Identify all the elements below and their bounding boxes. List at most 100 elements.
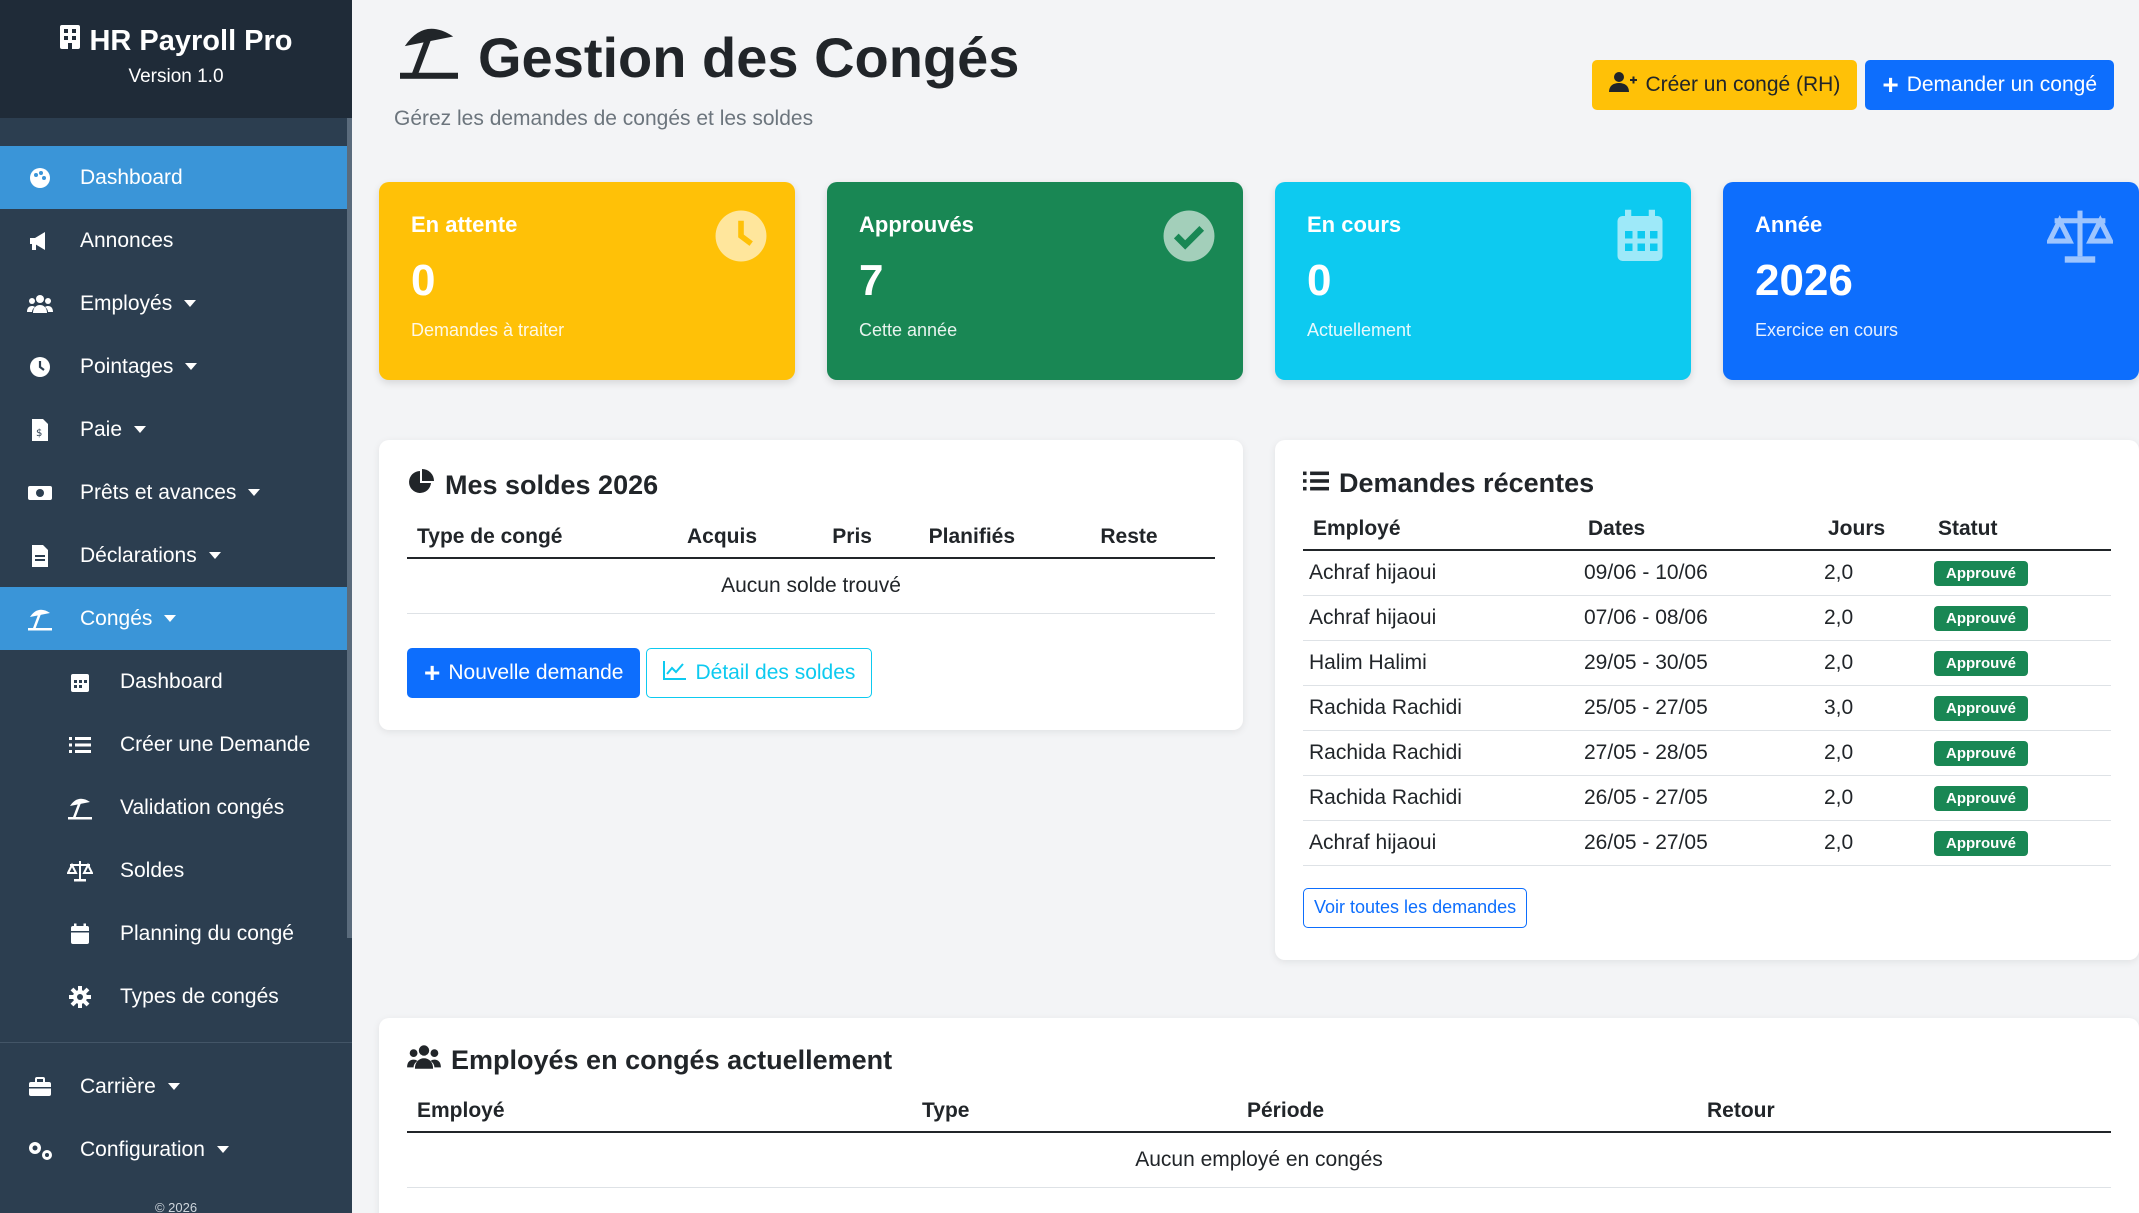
sidebar-item-paie[interactable]: $ Paie xyxy=(0,398,352,461)
table-row[interactable]: Halim Halimi 29/05 - 30/05 2,0 Approuvé xyxy=(1303,640,2111,686)
sidebar-item-label: Soldes xyxy=(120,858,185,882)
empty-message: Aucun employé en congés xyxy=(407,1132,2111,1188)
table-row[interactable]: Rachida Rachidi 25/05 - 27/05 3,0 Approu… xyxy=(1303,685,2111,731)
column-header: Statut xyxy=(1928,509,2111,551)
column-header: Type de congé xyxy=(407,517,677,559)
sidebar-item-label: Dashboard xyxy=(80,165,183,189)
cell-employee: Halim Halimi xyxy=(1303,640,1578,686)
users-icon xyxy=(26,290,54,318)
document-icon xyxy=(26,542,54,570)
sidebar-item-label: Configuration xyxy=(80,1137,205,1161)
plus-icon: + xyxy=(424,656,441,688)
cell-employee: Rachida Rachidi xyxy=(1303,775,1578,821)
new-request-button[interactable]: + Nouvelle demande xyxy=(407,647,641,698)
caret-down-icon xyxy=(248,489,261,496)
stat-desc: Cette année xyxy=(859,320,958,340)
table-row[interactable]: Achraf hijaoui 07/06 - 08/06 2,0 Approuv… xyxy=(1303,595,2111,641)
page-header: Gestion des Congés Gérez les demandes de… xyxy=(394,22,1019,131)
cell-days: 2,0 xyxy=(1818,775,1928,821)
user-plus-icon xyxy=(1609,71,1638,99)
stat-label: En cours xyxy=(1307,212,1402,237)
table-row[interactable]: Achraf hijaoui 09/06 - 10/06 2,0 Approuv… xyxy=(1303,550,2111,596)
stat-card-ongoing: En cours 0 Actuellement xyxy=(1275,182,1691,380)
table-row[interactable]: Rachida Rachidi 27/05 - 28/05 2,0 Approu… xyxy=(1303,730,2111,776)
cell-days: 3,0 xyxy=(1818,685,1928,731)
cell-status: Approuvé xyxy=(1928,730,2111,776)
stat-value: 7 xyxy=(859,256,884,305)
sidebar-subitem-types[interactable]: Types de congés xyxy=(0,965,352,1028)
balances-title: Mes soldes 2026 xyxy=(445,470,659,500)
sidebar-item-conges[interactable]: Congés xyxy=(0,587,352,650)
line-chart-icon xyxy=(663,660,687,686)
sidebar-item-dashboard[interactable]: Dashboard xyxy=(0,146,352,209)
sidebar-subitem-planning[interactable]: Planning du congé xyxy=(0,902,352,965)
page-title: Gestion des Congés xyxy=(478,26,1020,89)
sidebar-subitem-dashboard[interactable]: Dashboard xyxy=(0,650,352,713)
stat-value: 0 xyxy=(411,256,436,305)
scale-icon xyxy=(2045,208,2115,269)
sidebar-item-label: Congés xyxy=(80,606,153,630)
on-leave-title: Employés en congés actuellement xyxy=(451,1045,893,1075)
check-circle-icon xyxy=(1161,208,1217,269)
balance-detail-button[interactable]: Détail des soldes xyxy=(646,647,873,698)
balances-table: Type de congé Acquis Pris Planifiés Rest… xyxy=(407,517,1215,614)
sidebar-subitem-validation[interactable]: Validation congés xyxy=(0,776,352,839)
list-icon xyxy=(1303,468,1329,499)
column-header: Retour xyxy=(1697,1091,2111,1133)
stat-desc: Actuellement xyxy=(1307,320,1412,340)
caret-down-icon xyxy=(185,363,198,370)
cell-days: 2,0 xyxy=(1818,640,1928,686)
view-all-requests-button[interactable]: Voir toutes les demandes xyxy=(1303,887,1528,928)
sidebar-item-configuration[interactable]: Configuration xyxy=(0,1118,352,1181)
sidebar-item-label: Dashboard xyxy=(120,669,223,693)
table-row[interactable]: Achraf hijaoui 26/05 - 27/05 2,0 Approuv… xyxy=(1303,820,2111,866)
caret-down-icon xyxy=(134,426,147,433)
sidebar-item-employes[interactable]: Employés xyxy=(0,272,352,335)
sidebar-item-label: Déclarations xyxy=(80,543,197,567)
cell-days: 2,0 xyxy=(1818,595,1928,641)
calendar-icon xyxy=(66,920,94,948)
sidebar-item-carriere[interactable]: Carrière xyxy=(0,1055,352,1118)
stat-desc: Exercice en cours xyxy=(1755,320,1899,340)
sidebar-subitem-soldes[interactable]: Soldes xyxy=(0,839,352,902)
create-leave-rh-button[interactable]: Créer un congé (RH) xyxy=(1592,60,1858,110)
cell-employee: Achraf hijaoui xyxy=(1303,550,1578,596)
gear-icon xyxy=(66,983,94,1011)
table-row[interactable]: Rachida Rachidi 26/05 - 27/05 2,0 Approu… xyxy=(1303,775,2111,821)
cell-employee: Achraf hijaoui xyxy=(1303,595,1578,641)
list-icon xyxy=(66,731,94,759)
column-header: Jours xyxy=(1818,509,1928,551)
caret-down-icon xyxy=(167,1083,180,1090)
stat-label: Approuvés xyxy=(859,212,974,237)
cell-status: Approuvé xyxy=(1928,775,2111,821)
column-header: Période xyxy=(1237,1091,1697,1133)
request-leave-button[interactable]: + Demander un congé xyxy=(1865,60,2114,110)
pie-chart-icon xyxy=(407,468,435,503)
sidebar-subitem-creer-demande[interactable]: Créer une Demande xyxy=(0,713,352,776)
on-leave-card: Employés en congés actuellement Employé … xyxy=(379,1018,2139,1213)
cell-employee: Rachida Rachidi xyxy=(1303,730,1578,776)
status-badge: Approuvé xyxy=(1934,560,2029,586)
sidebar-item-label: Pointages xyxy=(80,354,174,378)
sidebar-item-pointages[interactable]: Pointages xyxy=(0,335,352,398)
sidebar-item-label: Employés xyxy=(80,291,173,315)
column-header: Type xyxy=(912,1091,1237,1133)
stat-card-approved: Approuvés 7 Cette année xyxy=(827,182,1243,380)
page-subtitle: Gérez les demandes de congés et les sold… xyxy=(394,107,814,130)
cell-dates: 29/05 - 30/05 xyxy=(1578,640,1818,686)
clock-icon xyxy=(26,353,54,381)
cell-status: Approuvé xyxy=(1928,550,2111,596)
sidebar-item-annonces[interactable]: Annonces xyxy=(0,209,352,272)
gears-icon xyxy=(26,1136,54,1164)
recent-title-row: Demandes récentes xyxy=(1303,468,2111,499)
palette-icon xyxy=(26,164,54,192)
status-badge: Approuvé xyxy=(1934,740,2029,766)
sidebar-item-label: Carrière xyxy=(80,1074,156,1098)
stat-card-pending: En attente 0 Demandes à traiter xyxy=(379,182,795,380)
request-leave-label: Demander un congé xyxy=(1906,73,2097,96)
balances-card: Mes soldes 2026 Type de congé Acquis Pri… xyxy=(379,440,1243,730)
sidebar-item-declarations[interactable]: Déclarations xyxy=(0,524,352,587)
caret-down-icon xyxy=(184,300,197,307)
sidebar-item-prets[interactable]: Prêts et avances xyxy=(0,461,352,524)
sidebar-item-label: Créer une Demande xyxy=(120,732,311,756)
